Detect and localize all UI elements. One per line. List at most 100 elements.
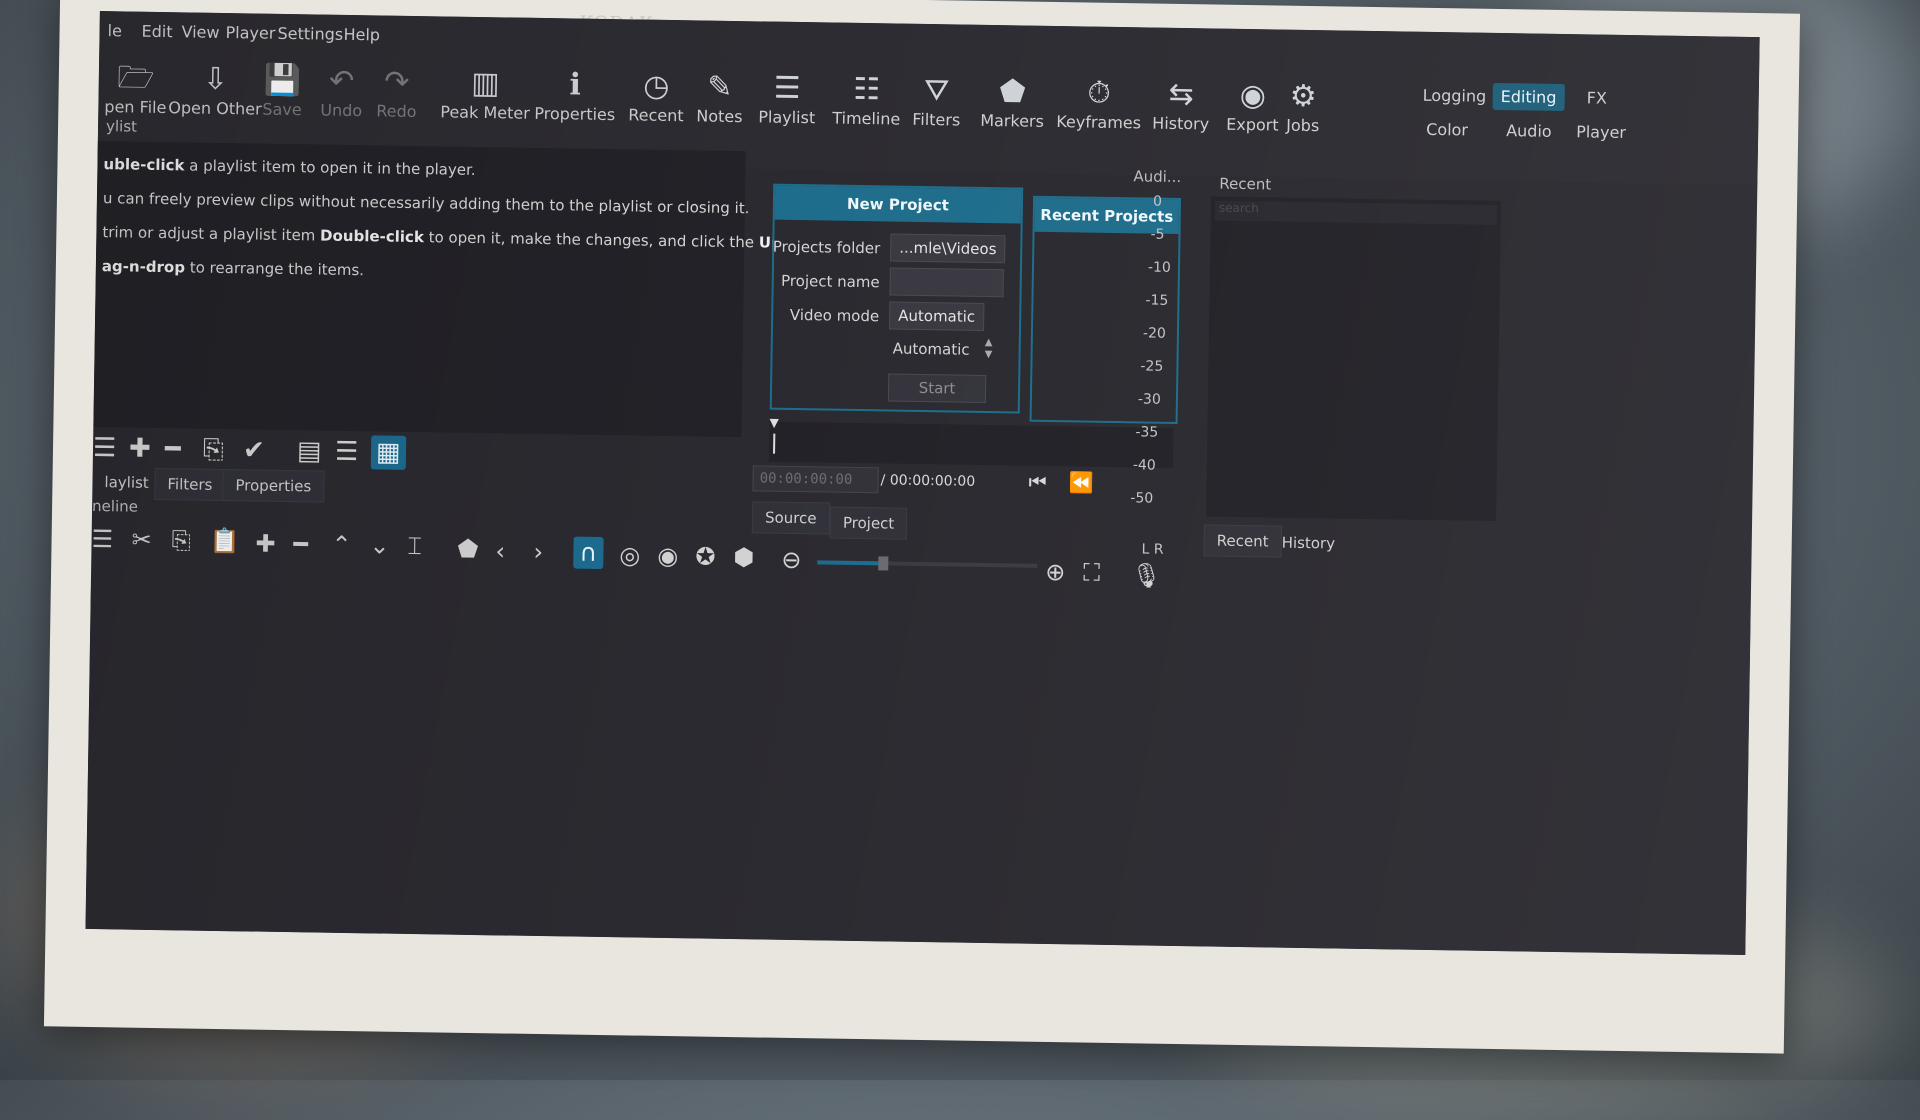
playlist-button[interactable]: ☰ Playlist: [758, 69, 816, 128]
zoom-out-icon[interactable]: ⊖: [781, 544, 802, 576]
info-icon: ℹ: [569, 67, 582, 103]
meter-scale-label: -50: [1130, 490, 1154, 507]
recent-button[interactable]: ◷ Recent: [628, 67, 684, 126]
details-view-icon[interactable]: ▤: [297, 434, 322, 468]
tab-project[interactable]: Project: [829, 506, 908, 540]
add-icon[interactable]: ✚: [129, 432, 151, 466]
video-mode-select[interactable]: Automatic: [888, 301, 985, 331]
ripple-icon[interactable]: ◉: [657, 540, 678, 572]
update-icon[interactable]: ⎘: [203, 433, 224, 467]
tab-properties[interactable]: Properties: [222, 469, 325, 503]
meter-scale-label: -40: [1132, 457, 1156, 474]
zoom-slider-fill: [817, 560, 884, 566]
layout-fx[interactable]: FX: [1579, 84, 1616, 112]
start-button[interactable]: Start: [887, 373, 987, 403]
paste-icon[interactable]: 📋: [209, 525, 239, 557]
open-other-button[interactable]: ⇩ Open Other: [168, 60, 262, 119]
zoom-slider-handle[interactable]: [878, 556, 889, 571]
lift-icon[interactable]: ⌃: [331, 529, 352, 561]
open-file-button[interactable]: 🗁 pen File: [104, 59, 167, 117]
photo-print: KODAK 17-7-72-556 le Edit View Player Se…: [43, 0, 1801, 1054]
history-icon: ⇆: [1168, 76, 1195, 113]
tab-history[interactable]: History: [1269, 527, 1347, 558]
keyframes-button[interactable]: ⏱ Keyframes: [1056, 74, 1142, 133]
player-scrubber[interactable]: ▼: [768, 416, 1174, 468]
meter-scale-label: -30: [1137, 391, 1161, 408]
remove-icon[interactable]: ━: [165, 432, 181, 466]
recent-search-input[interactable]: search: [1214, 200, 1498, 225]
spin-arrows-icon[interactable]: ▲ ▼: [985, 337, 993, 361]
timeline-menu-icon[interactable]: ☰: [91, 523, 113, 555]
history-button[interactable]: ⇆ History: [1152, 76, 1210, 134]
ripple-markers-icon[interactable]: ⬢: [733, 541, 754, 573]
meter-scale-label: -10: [1147, 259, 1171, 276]
markers-button[interactable]: ⬟ Markers: [980, 73, 1045, 131]
menu-settings[interactable]: Settings: [277, 24, 343, 44]
project-name-field[interactable]: [889, 267, 1004, 298]
layout-player[interactable]: Player: [1568, 118, 1634, 146]
jobs-button[interactable]: ⚙ Jobs: [1286, 78, 1320, 135]
remove-icon[interactable]: ━: [293, 528, 308, 560]
tab-filters[interactable]: Filters: [154, 467, 226, 502]
menu-edit[interactable]: Edit: [141, 22, 172, 41]
layout-color[interactable]: Color: [1418, 116, 1476, 144]
filters-button[interactable]: ⛛ Filters: [912, 72, 961, 130]
record-audio-icon[interactable]: 🎙: [1131, 559, 1162, 591]
app-window: le Edit View Player Settings Help 🗁 pen F…: [85, 11, 1760, 955]
projects-folder-field[interactable]: ...mle\Videos: [890, 233, 1006, 264]
split-icon[interactable]: ⌶: [407, 530, 422, 562]
playlist-hint-text: u can freely preview clips without neces…: [102, 189, 750, 218]
skip-previous-icon[interactable]: ⏮: [1028, 470, 1046, 494]
playhead-line: [773, 433, 776, 454]
add-marker-icon[interactable]: ⬟: [457, 533, 478, 565]
audio-meter-title: Audi...: [1133, 167, 1182, 187]
peak-meter-icon: ▥: [471, 65, 500, 102]
new-project-panel: New Project Projects folder ...mle\Video…: [769, 183, 1024, 414]
snap-icon[interactable]: ∩: [573, 536, 604, 569]
tab-source[interactable]: Source: [751, 501, 830, 535]
redo-button[interactable]: ↷ Redo: [376, 63, 417, 122]
append-icon[interactable]: ✚: [255, 528, 276, 560]
filter-icon: ⛛: [923, 72, 950, 109]
previous-marker-icon[interactable]: ‹: [495, 535, 505, 567]
open-other-icon: ⇩: [202, 61, 229, 98]
peak-meter-button[interactable]: ▥ Peak Meter: [440, 64, 530, 123]
layout-editing[interactable]: Editing: [1492, 82, 1565, 112]
scrub-icon[interactable]: ◎: [619, 539, 640, 571]
properties-button[interactable]: ℹ Properties: [534, 66, 616, 124]
timecode-field[interactable]: 00:00:00:00: [752, 465, 879, 494]
copy-icon[interactable]: ⎘: [171, 524, 191, 556]
ripple-all-icon[interactable]: ✪: [695, 540, 716, 572]
overwrite-icon[interactable]: ⌄: [369, 529, 390, 561]
notes-button[interactable]: ✎ Notes: [696, 68, 743, 127]
rewind-icon[interactable]: ⏪: [1068, 470, 1093, 494]
menu-view[interactable]: View: [181, 22, 219, 42]
menu-player[interactable]: Player: [225, 23, 275, 43]
next-marker-icon[interactable]: ›: [533, 536, 543, 568]
zoom-slider[interactable]: [817, 556, 1038, 571]
playlist-menu-icon[interactable]: ☰: [93, 431, 117, 465]
export-button[interactable]: ◉ Export: [1226, 77, 1279, 135]
list-view-icon[interactable]: ☰: [335, 435, 359, 469]
timeline-tracks-area[interactable]: [85, 586, 1751, 955]
playhead-marker-icon: ▼: [769, 415, 779, 430]
menu-file[interactable]: le: [107, 21, 122, 40]
zoom-in-icon[interactable]: ⊕: [1045, 556, 1066, 588]
tab-playlist[interactable]: laylist: [92, 467, 161, 498]
project-name-label: Project name: [780, 271, 880, 292]
menu-help[interactable]: Help: [343, 25, 380, 45]
check-icon[interactable]: ✔: [243, 433, 265, 467]
cut-icon[interactable]: ✂: [131, 524, 152, 556]
save-button[interactable]: 💾 Save: [262, 62, 302, 120]
zoom-fit-icon[interactable]: ⛶: [1083, 557, 1100, 589]
layout-logging[interactable]: Logging: [1415, 82, 1495, 110]
timeline-dock-title: neline: [91, 496, 139, 516]
layout-audio[interactable]: Audio: [1498, 117, 1560, 145]
recent-panel: search: [1206, 196, 1502, 522]
grid-view-icon[interactable]: ▦: [370, 435, 406, 470]
undo-button[interactable]: ↶ Undo: [320, 63, 363, 121]
playlist-icon: ☰: [773, 70, 801, 107]
playlist-hint-text: ag-n-drop to rearrange the items.: [101, 257, 365, 280]
meter-scale-label: -15: [1145, 292, 1169, 309]
timeline-button[interactable]: ☷ Timeline: [832, 71, 901, 129]
